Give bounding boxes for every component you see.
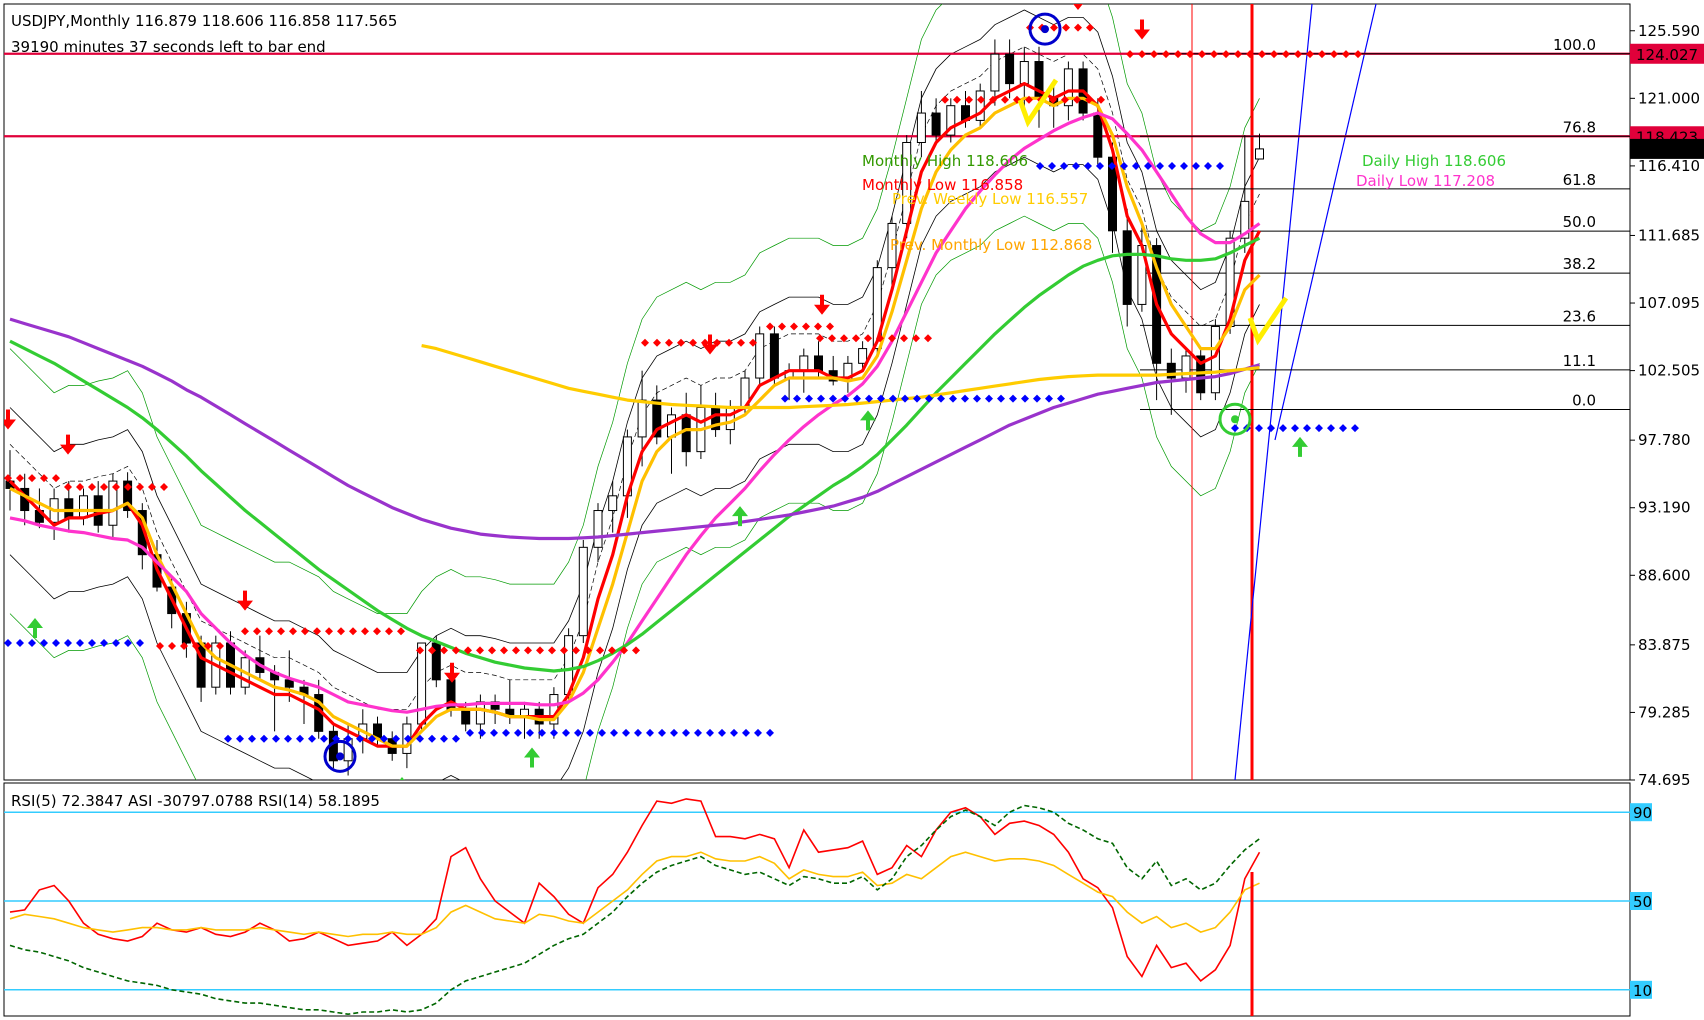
fib-label: 100.0 — [1553, 36, 1596, 54]
price-tick-label: 107.095 — [1638, 294, 1700, 312]
price-tick-label: 74.695 — [1638, 771, 1691, 789]
price-tick-label: 125.590 — [1638, 22, 1700, 40]
price-tick-label: 97.780 — [1638, 431, 1691, 449]
price-tick-label: 121.000 — [1638, 89, 1700, 107]
price-tick-label: 83.875 — [1638, 636, 1691, 654]
current-price-label: 117.565 — [1636, 141, 1698, 159]
fib-label: 76.8 — [1563, 118, 1596, 136]
fib-label: 23.6 — [1563, 307, 1596, 325]
bar-countdown: 39190 minutes 37 seconds left to bar end — [11, 38, 326, 56]
price-annotation: Prev. Weekly Low 116.557 — [892, 190, 1088, 208]
fib-label: 50.0 — [1563, 213, 1596, 231]
rsi-level-label: 10 — [1633, 982, 1652, 1000]
price-annotation: Prev. Monthly Low 112.868 — [890, 236, 1092, 254]
price-tick-label: 93.190 — [1638, 499, 1691, 517]
candle[interactable] — [578, 539, 588, 644]
chart-canvas[interactable]: 100.0 76.8 61.8 50.0 38.2 23.6 11.1 0.0 Monthly… — [0, 0, 1704, 1020]
rsi-level-label: 50 — [1633, 893, 1652, 911]
candle[interactable] — [417, 642, 427, 732]
price-tick-label: 79.285 — [1638, 703, 1691, 721]
price-tick-label: 88.600 — [1638, 566, 1691, 584]
price-tick-label: 111.685 — [1638, 226, 1700, 244]
indicator-title: RSI(5) 72.3847 ASI -30797.0788 RSI(14) 5… — [11, 792, 380, 810]
price-annotation: Daily Low 117.208 — [1356, 172, 1495, 190]
candle[interactable] — [755, 326, 765, 386]
chart-title: USDJPY,Monthly 116.879 118.606 116.858 1… — [11, 12, 397, 30]
candle[interactable] — [1210, 319, 1220, 401]
fib-label: 11.1 — [1563, 352, 1596, 370]
price-annotation: Daily High 118.606 — [1362, 152, 1506, 170]
price-annotation: Monthly High 118.606 — [862, 152, 1028, 170]
level-label: 124.027 — [1636, 46, 1698, 64]
price-tick-label: 102.505 — [1638, 362, 1700, 380]
price-tick-label: 116.410 — [1638, 157, 1700, 175]
indicator-window[interactable] — [3, 782, 1631, 1017]
fib-label: 38.2 — [1563, 255, 1596, 273]
fib-label: 0.0 — [1572, 392, 1596, 410]
rsi-axis: 90 50 10 — [1630, 803, 1652, 1000]
rsi-level-label: 90 — [1633, 804, 1652, 822]
fib-label: 61.8 — [1563, 171, 1596, 189]
